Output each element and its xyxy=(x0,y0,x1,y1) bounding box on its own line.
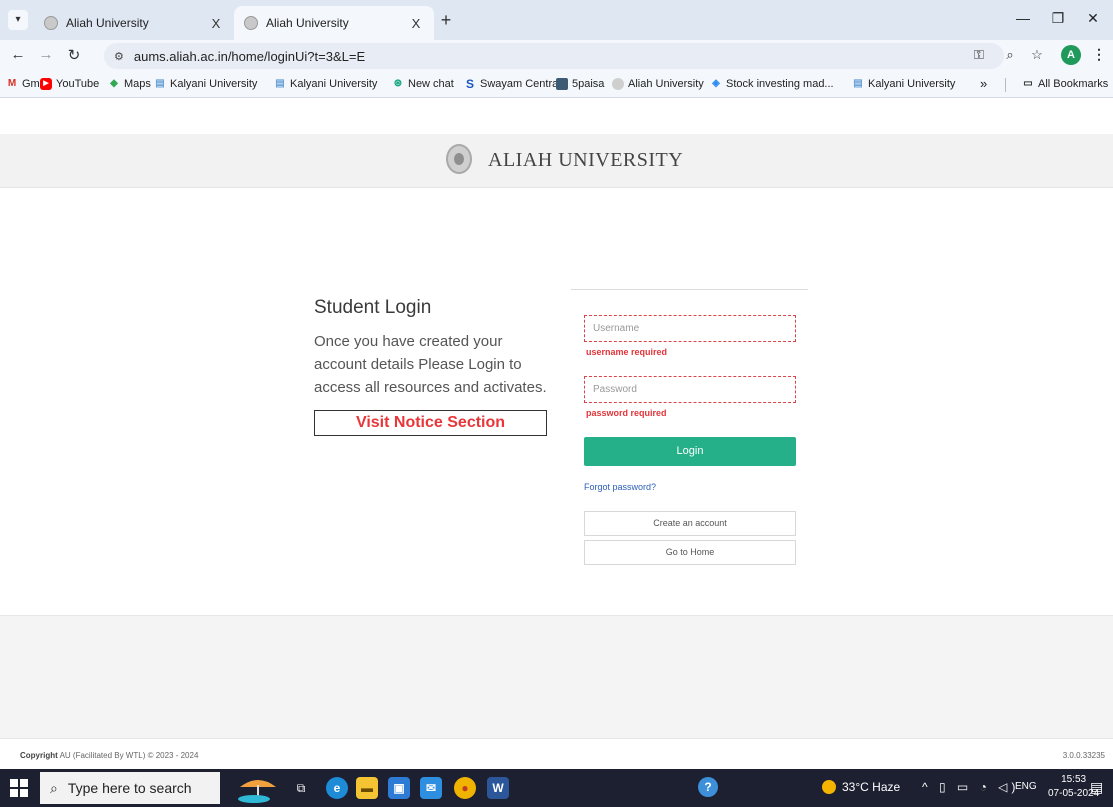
copyright-detail: AU (Facilitated By WTL) © 2023 - 2024 xyxy=(59,751,199,760)
bookmark-maps[interactable]: ◆ Maps xyxy=(108,78,151,90)
university-icon xyxy=(612,78,624,90)
chat-icon: ⊛ xyxy=(393,78,403,89)
search-icon: ⌕ xyxy=(50,779,58,796)
bookmark-swayam[interactable]: S Swayam Central xyxy=(464,78,561,90)
version-number: 3.0.0.33235 xyxy=(1062,751,1105,760)
close-tab-icon[interactable]: X xyxy=(408,16,424,31)
more-bookmarks-button[interactable]: » xyxy=(980,76,987,91)
university-logo-icon xyxy=(446,144,472,174)
password-input[interactable]: Password xyxy=(584,376,796,403)
document-icon: ▤ xyxy=(275,78,285,89)
restore-icon[interactable]: ❐ xyxy=(1048,10,1068,27)
bookmarks-separator xyxy=(1005,78,1006,92)
system-tray-icons[interactable]: ^ ▯ ▭ ◔ ◁) xyxy=(922,780,1019,794)
task-view-icon[interactable]: ⧉ xyxy=(290,777,312,799)
file-explorer-icon[interactable]: ▬ xyxy=(356,777,378,799)
gmail-icon: M xyxy=(7,78,17,89)
close-tab-icon[interactable]: X xyxy=(208,16,224,31)
form-divider xyxy=(571,289,808,290)
browser-menu-icon[interactable]: ⋮ xyxy=(1092,46,1106,63)
new-tab-button[interactable]: + xyxy=(436,11,456,29)
mail-icon[interactable]: ✉ xyxy=(420,777,442,799)
edge-browser-icon[interactable]: e xyxy=(326,777,348,799)
password-error: password required xyxy=(586,408,667,418)
taskbar-search-box[interactable]: ⌕ Type here to search xyxy=(40,772,220,804)
copyright-label: Copyright xyxy=(20,751,58,760)
window-close-icon[interactable]: ✕ xyxy=(1083,10,1103,27)
forgot-password-link[interactable]: Forgot password? xyxy=(584,482,656,492)
login-button[interactable]: Login xyxy=(584,437,796,466)
5paisa-icon xyxy=(556,78,568,90)
back-arrow-icon[interactable]: ← xyxy=(8,46,28,63)
sun-haze-icon xyxy=(822,780,836,794)
address-bar[interactable]: ⚙ aums.aliah.ac.in/home/loginUi?t=3&L=E xyxy=(104,43,1004,69)
chrome-icon[interactable]: ● xyxy=(454,777,476,799)
visit-notice-button[interactable]: Visit Notice Section xyxy=(314,410,547,436)
bookmark-youtube[interactable]: ▶ YouTube xyxy=(40,78,99,90)
store-icon[interactable]: ▣ xyxy=(388,777,410,799)
forward-arrow-icon[interactable]: → xyxy=(36,46,56,63)
windows-start-icon[interactable] xyxy=(10,779,28,797)
taskbar-search-placeholder: Type here to search xyxy=(67,780,192,796)
reload-icon[interactable]: ↻ xyxy=(64,46,84,64)
create-account-button[interactable]: Create an account xyxy=(584,511,796,536)
university-favicon-icon xyxy=(44,16,58,30)
notification-center-icon[interactable]: ▤ xyxy=(1090,779,1103,796)
document-icon: ▤ xyxy=(853,78,863,89)
site-header: ALIAH UNIVERSITY xyxy=(0,134,1113,188)
weather-status[interactable]: 33°C Haze xyxy=(822,780,900,794)
folder-icon: ▭ xyxy=(1023,78,1033,89)
browser-tab-1[interactable]: Aliah University X xyxy=(34,6,234,40)
bookmark-kalyani-3[interactable]: ▤ Kalyani University xyxy=(852,78,955,90)
browser-tab-bar: ▾ Aliah University X Aliah University X … xyxy=(0,0,1113,40)
footer-band xyxy=(0,615,1113,738)
maps-icon: ◆ xyxy=(110,78,118,89)
windows-taskbar: ⌕ Type here to search ⧉ e ▬ ▣ ✉ ● W ? 33… xyxy=(0,769,1113,807)
bookmark-aliah[interactable]: Aliah University xyxy=(612,78,704,90)
document-icon: ▤ xyxy=(155,78,165,89)
university-favicon-icon xyxy=(244,16,258,30)
go-to-home-button[interactable]: Go to Home xyxy=(584,540,796,565)
copyright-text: Copyright AU (Facilitated By WTL) © 2023… xyxy=(20,751,198,760)
bookmark-star-icon[interactable]: ☆ xyxy=(1028,47,1046,63)
username-error: username required xyxy=(586,347,668,357)
all-bookmarks-button[interactable]: ▭ All Bookmarks xyxy=(1022,78,1108,90)
address-url: aums.aliah.ac.in/home/loginUi?t=3&L=E xyxy=(133,48,366,64)
swayam-icon: S xyxy=(465,77,474,91)
site-title: ALIAH UNIVERSITY xyxy=(488,149,684,171)
stock-icon: ◈ xyxy=(712,78,720,89)
bookmark-kalyani-2[interactable]: ▤ Kalyani University xyxy=(274,78,377,90)
language-indicator[interactable]: ENG xyxy=(1015,781,1037,792)
youtube-icon: ▶ xyxy=(40,78,52,90)
tab-title: Aliah University xyxy=(66,16,149,30)
bookmark-5paisa[interactable]: 5paisa xyxy=(556,78,604,90)
zoom-icon[interactable]: ⌕ xyxy=(1001,47,1019,63)
footer-bar: Copyright AU (Facilitated By WTL) © 2023… xyxy=(0,738,1113,769)
weather-text: 33°C Haze xyxy=(842,780,901,794)
bookmarks-bar: M Gmail ▶ YouTube ◆ Maps ▤ Kalyani Unive… xyxy=(0,72,1113,98)
login-heading: Student Login xyxy=(314,297,432,318)
tab-title: Aliah University xyxy=(266,16,349,30)
tab-search-chevron-icon[interactable]: ▾ xyxy=(8,10,28,30)
bookmark-stock[interactable]: ◈ Stock investing mad... xyxy=(710,78,833,90)
site-info-icon[interactable]: ⚙ xyxy=(114,50,124,63)
profile-avatar[interactable]: A xyxy=(1061,45,1081,65)
bookmark-kalyani-1[interactable]: ▤ Kalyani University xyxy=(154,78,257,90)
username-input[interactable]: Username xyxy=(584,315,796,342)
login-description: Once you have created your account detai… xyxy=(314,333,547,396)
minimize-icon[interactable]: — xyxy=(1013,10,1033,26)
bookmark-new-chat[interactable]: ⊛ New chat xyxy=(392,78,454,90)
password-key-icon[interactable]: ⚿ xyxy=(970,47,988,63)
word-icon[interactable]: W xyxy=(487,777,509,799)
browser-tab-2[interactable]: Aliah University X xyxy=(234,6,434,40)
help-icon[interactable]: ? xyxy=(698,777,718,797)
weather-widget-art-icon[interactable] xyxy=(236,773,280,803)
browser-toolbar: ← → ↻ ⚙ aums.aliah.ac.in/home/loginUi?t=… xyxy=(0,40,1113,72)
